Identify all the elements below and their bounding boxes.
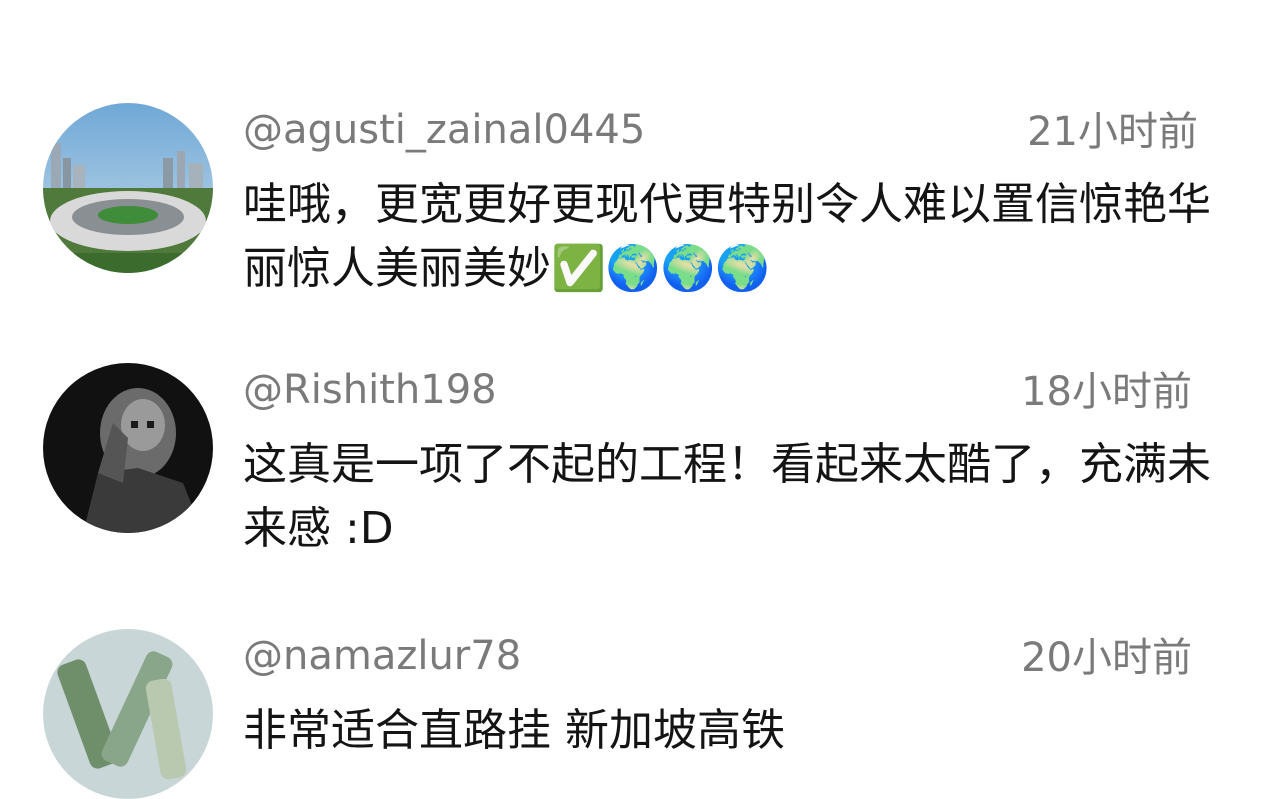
comment-timestamp: 18小时前 xyxy=(1021,369,1192,415)
avatar[interactable] xyxy=(43,363,213,533)
comment-timestamp: 20小时前 xyxy=(1021,635,1192,681)
comment-text: 哇哦，更宽更好更现代更特别令人难以置信惊艳华丽惊人美丽美妙✅🌍🌍🌍 xyxy=(243,179,1211,294)
stadium-avatar-image xyxy=(43,103,213,273)
comment-text: 这真是一项了不起的工程！看起来太酷了，充满未来感 :D xyxy=(243,439,1211,554)
bottles-avatar-image xyxy=(43,629,213,799)
comment-username[interactable]: @Rishith198 xyxy=(243,365,497,415)
masked-figure-avatar-image xyxy=(43,363,213,533)
comment-text: 非常适合直路挂 新加坡高铁 xyxy=(243,705,785,756)
avatar[interactable] xyxy=(43,103,213,273)
comment-timestamp: 21小时前 xyxy=(1027,109,1198,155)
avatar[interactable] xyxy=(43,629,213,799)
comment-username[interactable]: @agusti_zainal0445 xyxy=(243,105,645,155)
comment-username[interactable]: @namazlur78 xyxy=(243,631,521,681)
